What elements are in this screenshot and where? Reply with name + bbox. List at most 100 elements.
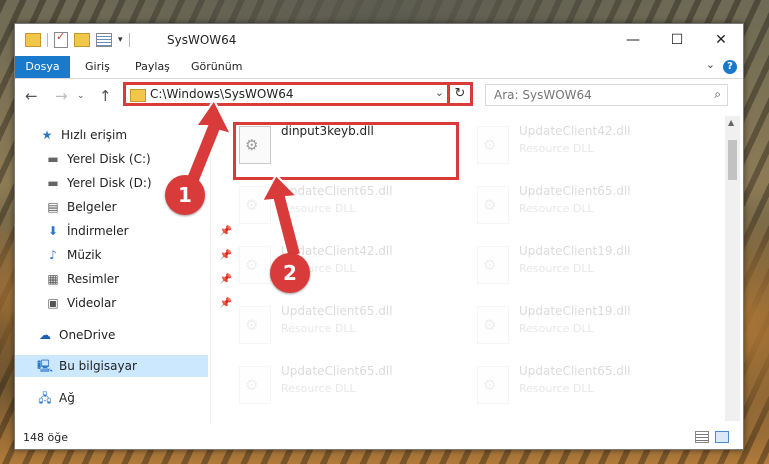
tab-home[interactable]: Giriş [85,56,110,78]
minimize-button[interactable]: — [611,24,655,56]
highlight-box [233,122,459,180]
gear-icon: ⚙ [483,136,497,154]
dll-file-icon: ⚙ [239,366,271,404]
gear-icon: ⚙ [245,256,259,274]
step-badge-1: 1 [165,175,205,215]
file-type: Resource DLL [519,202,594,215]
gear-icon: ⚙ [483,376,497,394]
step-badge-2: 2 [270,253,310,293]
file-explorer-window: ▾ SysWOW64 — ☐ ✕ Dosya Giriş Paylaş Görü… [14,23,744,450]
folder-icon[interactable] [25,33,41,47]
file-item[interactable]: ⚙ UpdateClient19.dll Resource DLL [471,238,701,296]
new-folder-icon[interactable] [74,33,90,47]
expand-ribbon-icon[interactable]: ⌄ [706,58,715,71]
window-title: SysWOW64 [167,33,237,47]
sidebar-item-documents[interactable]: ▤ Belgeler [15,196,238,218]
computer-icon: 🖳 [37,359,54,373]
dll-file-icon: ⚙ [477,186,509,224]
file-type: Resource DLL [281,322,356,335]
scroll-up-icon[interactable]: ▲ [728,118,734,127]
videos-icon: ▣ [47,296,59,310]
dll-file-icon: ⚙ [477,306,509,344]
quick-access-toolbar: ▾ [25,30,130,48]
file-item[interactable]: ⚙ UpdateClient19.dll Resource DLL [471,298,701,356]
search-box[interactable]: ⌕ [485,84,728,106]
scrollbar-thumb[interactable] [728,140,737,180]
dll-file-icon: ⚙ [239,306,271,344]
pictures-icon: ▦ [47,272,59,286]
title-bar: ▾ SysWOW64 — ☐ ✕ [15,24,743,56]
sidebar-item-pictures[interactable]: ▦ Resimler 📌 [15,268,238,290]
file-name: UpdateClient65.dll [281,364,393,378]
star-icon: ★ [41,128,53,142]
tab-file[interactable]: Dosya [15,56,70,78]
up-arrow-icon[interactable]: ↑ [99,87,112,105]
sidebar-item-label: Videolar [67,296,117,310]
back-arrow-icon[interactable]: ← [25,87,38,105]
gear-icon: ⚙ [245,196,259,214]
file-type: Resource DLL [519,262,594,275]
item-count: 148 öğe [23,431,68,444]
forward-arrow-icon[interactable]: → [55,87,68,105]
file-item[interactable]: ⚙ UpdateClient65.dll Resource DLL [233,298,463,356]
dll-file-icon: ⚙ [477,246,509,284]
dll-file-icon: ⚙ [477,366,509,404]
help-icon[interactable]: ? [723,60,737,74]
file-type: Resource DLL [519,382,594,395]
tab-share[interactable]: Paylaş [135,56,170,78]
gear-icon: ⚙ [483,316,497,334]
chevron-down-icon[interactable]: ▾ [118,35,123,45]
close-button[interactable]: ✕ [699,24,743,56]
sidebar-item-label: İndirmeler [67,224,129,238]
sidebar-item-label: Yerel Disk (D:) [67,176,152,190]
search-input[interactable] [492,85,696,105]
search-icon[interactable]: ⌕ [714,87,721,102]
vertical-scrollbar[interactable]: ▲ [725,116,740,421]
folder-icon [130,89,146,102]
file-name: UpdateClient65.dll [281,184,393,198]
sidebar-item-label: OneDrive [59,328,116,342]
music-icon: ♪ [49,248,57,262]
dll-file-icon: ⚙ [239,186,271,224]
refresh-icon[interactable]: ↻ [447,85,470,103]
file-name: UpdateClient65.dll [519,364,631,378]
file-item[interactable]: ⚙ UpdateClient65.dll Resource DLL [471,178,701,236]
dll-file-icon: ⚙ [477,126,509,164]
tab-view[interactable]: Görünüm [191,56,242,78]
sidebar-item-network[interactable]: 🖧 Ağ [15,387,230,409]
maximize-button[interactable]: ☐ [655,24,699,56]
sidebar-item-music[interactable]: ♪ Müzik 📌 [15,244,238,266]
address-path[interactable]: C:\Windows\SysWOW64 [150,87,294,101]
file-item[interactable]: ⚙ UpdateClient65.dll Resource DLL [233,178,463,236]
details-view-icon[interactable] [695,431,709,443]
file-name: UpdateClient42.dll [519,124,631,138]
properties-icon[interactable] [96,33,112,47]
file-item[interactable]: ⚙ UpdateClient65.dll Resource DLL [471,358,701,416]
sidebar-item-onedrive[interactable]: ☁ OneDrive [15,324,230,346]
navigation-bar: ← → ⌄ ↑ C:\Windows\SysWOW64 ⌄ ↻ ⌕ [15,79,743,113]
file-item[interactable]: ⚙ UpdateClient42.dll Resource DLL [233,238,463,296]
gear-icon: ⚙ [245,316,259,334]
drive-icon: ▬ [47,176,59,190]
sidebar-item-label: Müzik [67,248,102,262]
sidebar-item-this-pc[interactable]: 🖳 Bu bilgisayar [15,355,208,377]
file-item[interactable]: ⚙ UpdateClient65.dll Resource DLL [233,358,463,416]
address-bar[interactable]: C:\Windows\SysWOW64 ⌄ ↻ [123,82,473,106]
file-name: UpdateClient19.dll [519,304,631,318]
properties-check-icon[interactable] [54,30,68,48]
file-type: Resource DLL [519,322,594,335]
sidebar-item-label: Hızlı erişim [61,128,128,142]
tiles-view-icon[interactable] [715,431,729,443]
sidebar-item-quick-access[interactable]: ★ Hızlı erişim [15,124,232,146]
sidebar-item-local-disk-c[interactable]: ▬ Yerel Disk (C:) [15,148,238,170]
sidebar-item-videos[interactable]: ▣ Videolar 📌 [15,292,238,314]
toolbar-separator [47,33,48,47]
sidebar-item-downloads[interactable]: ⬇ İndirmeler 📌 [15,220,238,242]
recent-locations-chevron-icon[interactable]: ⌄ [77,91,85,101]
file-type: Resource DLL [281,382,356,395]
documents-icon: ▤ [47,200,59,214]
download-icon: ⬇ [47,224,59,238]
sidebar-item-label: Belgeler [67,200,117,214]
file-item[interactable]: ⚙ UpdateClient42.dll Resource DLL [471,118,701,176]
chevron-down-icon[interactable]: ⌄ [435,86,444,99]
